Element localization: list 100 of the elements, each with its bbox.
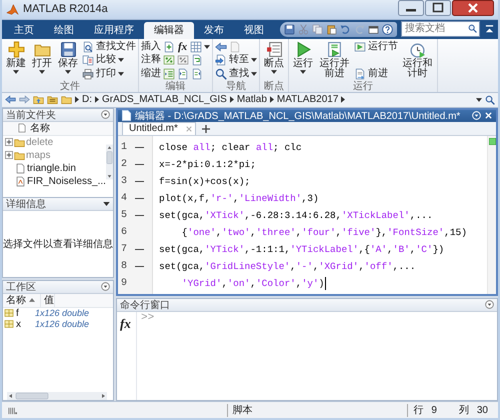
variable-value: 1x126 double <box>35 308 90 318</box>
code-line[interactable]: set(gca,'GridLineStyle','-','XGrid','off',... <box>159 260 416 272</box>
ribbon-button[interactable]: 插入 <box>141 40 161 53</box>
ribbon-button[interactable]: 前进 <box>354 68 388 80</box>
indent-icon[interactable] <box>163 68 175 80</box>
search-field[interactable]: 搜索文档 <box>401 20 480 37</box>
file-name[interactable]: maps <box>26 150 50 161</box>
help-icon[interactable] <box>382 24 393 35</box>
ribbon-button[interactable]: 转至 <box>215 54 258 66</box>
new-tab-icon[interactable] <box>202 124 210 133</box>
code-line[interactable]: {'one','two','three','four','five'},'FontSize',15) <box>182 226 467 238</box>
ribbon-button[interactable]: 运行和计时 <box>400 40 436 81</box>
ribbon-tab[interactable]: 编辑器 <box>144 22 194 39</box>
minimize-button[interactable] <box>398 0 424 16</box>
code-line[interactable]: close all; clear all; clc <box>159 142 302 153</box>
line-number: 3 <box>121 176 128 187</box>
undo-icon[interactable] <box>340 24 351 35</box>
decrease-indent-icon[interactable] <box>191 68 203 80</box>
run-timer-icon <box>409 40 426 58</box>
status-value: 9 <box>431 404 437 417</box>
ribbon-button[interactable]: 查找 <box>215 68 258 80</box>
path-segment[interactable]: MATLAB2017 <box>276 94 338 106</box>
function-browser-button[interactable]: fx <box>120 316 131 331</box>
ribbon-button[interactable]: 保存 <box>56 40 80 81</box>
grid-icon[interactable] <box>190 40 202 53</box>
file-name[interactable]: FIR_Noiseless_... <box>27 176 106 187</box>
back-arrow-icon[interactable] <box>5 94 16 106</box>
ribbon-tab[interactable]: 视图 <box>234 22 274 39</box>
chevron-icon <box>75 96 79 104</box>
uncomment-icon[interactable] <box>177 54 189 66</box>
ribbon-button[interactable]: 打印 <box>82 68 124 80</box>
caret-icon[interactable] <box>204 44 210 49</box>
path-segment[interactable]: Matlab <box>236 94 267 106</box>
code-line[interactable]: f=sin(x)+cos(x); <box>159 176 250 187</box>
group-label: 编辑 <box>164 80 187 92</box>
line-number: 4 <box>121 192 128 204</box>
ribbon-tab[interactable]: 主页 <box>4 22 44 39</box>
ribbon-button[interactable]: 新建 <box>4 40 28 81</box>
script-file-icon <box>15 176 26 187</box>
variable-name[interactable]: x <box>14 318 35 330</box>
expand-icon[interactable] <box>5 138 13 146</box>
variable-name[interactable]: f <box>14 308 35 319</box>
line-number: 1 <box>121 142 128 153</box>
ribbon-button[interactable]: 注释 <box>141 54 161 66</box>
function-button[interactable]: fx <box>177 40 188 53</box>
ribbon-tab[interactable]: 发布 <box>194 22 234 39</box>
ribbon-button[interactable]: 运行并前进 <box>317 40 352 81</box>
chevron-icon <box>230 96 234 104</box>
expand-icon[interactable] <box>5 151 13 160</box>
ribbon-tab[interactable]: 绘图 <box>44 22 84 39</box>
breakpoints-icon <box>266 40 283 58</box>
code-line[interactable]: 'YGrid','on','Color','y') <box>182 278 324 289</box>
back-arrow-icon[interactable] <box>215 40 228 53</box>
ribbon-button[interactable]: 查找文件 <box>82 40 136 53</box>
caret-icon[interactable] <box>103 202 110 206</box>
caret-icon[interactable] <box>476 98 482 102</box>
panel-menu-icon[interactable] <box>101 110 110 120</box>
code-line[interactable]: plot(x,f,'r-','LineWidth',3) <box>159 192 319 204</box>
insert-icon[interactable] <box>163 40 175 53</box>
ribbon-button[interactable]: 运行节 <box>354 40 398 53</box>
search-icon[interactable] <box>485 94 495 105</box>
code-line[interactable]: set(gca,'YTick',-1:1:1,'YTickLabel',{'A','B','C'}) <box>159 244 444 255</box>
path-segment[interactable]: GrADS_MATLAB_NCL_GIS <box>102 94 227 106</box>
chevron-icon <box>341 96 346 104</box>
panel-menu-icon[interactable] <box>485 300 494 310</box>
ribbon-button[interactable]: 打开 <box>30 40 54 81</box>
logo-icon <box>6 2 19 16</box>
comment-icon[interactable] <box>163 54 175 66</box>
column-header[interactable]: 名称 <box>30 121 50 136</box>
line-number: 5 <box>121 210 128 221</box>
editor-title: 编辑器 - D:\GrADS_MATLAB_NCL_GIS\Matlab\MATLAB2017\Untitled.m* <box>135 110 462 123</box>
status-label: 列 <box>458 404 469 417</box>
column-header[interactable]: 值 <box>44 293 54 308</box>
column-header[interactable]: 名称 <box>6 293 26 308</box>
window-icon[interactable] <box>368 24 379 35</box>
code-line[interactable]: set(gca,'XTick',-6.28:3.14:6.28,'XTickLabel',... <box>159 210 433 221</box>
run-section-icon <box>354 40 366 53</box>
increase-indent-icon[interactable] <box>177 68 189 80</box>
line-number: 9 <box>121 278 128 289</box>
search-icon <box>468 24 477 33</box>
file-name[interactable]: triangle.bin <box>27 162 76 174</box>
browse-folder-icon[interactable] <box>47 94 58 106</box>
forward-arrow-icon[interactable] <box>19 94 30 106</box>
up-folder-icon[interactable] <box>33 94 44 106</box>
maximize-button[interactable] <box>425 0 451 16</box>
path-segment[interactable]: D: <box>82 94 92 106</box>
close-button[interactable] <box>452 0 494 16</box>
wrap-icon[interactable] <box>191 54 203 66</box>
panel-menu-icon[interactable] <box>101 282 110 292</box>
collapse-ribbon-icon[interactable] <box>485 24 494 34</box>
paste-icon[interactable] <box>326 24 337 35</box>
ribbon-tab[interactable]: 应用程序 <box>84 22 144 39</box>
go-to-icon <box>215 54 228 66</box>
ribbon-button[interactable]: 运行 <box>291 40 316 81</box>
ribbon-button[interactable]: 比较 <box>82 54 124 66</box>
ribbon-button[interactable]: 缩进 <box>141 68 161 80</box>
group-label: 文件 <box>59 80 81 92</box>
line-number: 6 <box>121 226 128 238</box>
ribbon-button[interactable]: 断点 <box>262 40 286 81</box>
code-line[interactable]: x=-2*pi:0.1:2*pi; <box>159 158 256 170</box>
